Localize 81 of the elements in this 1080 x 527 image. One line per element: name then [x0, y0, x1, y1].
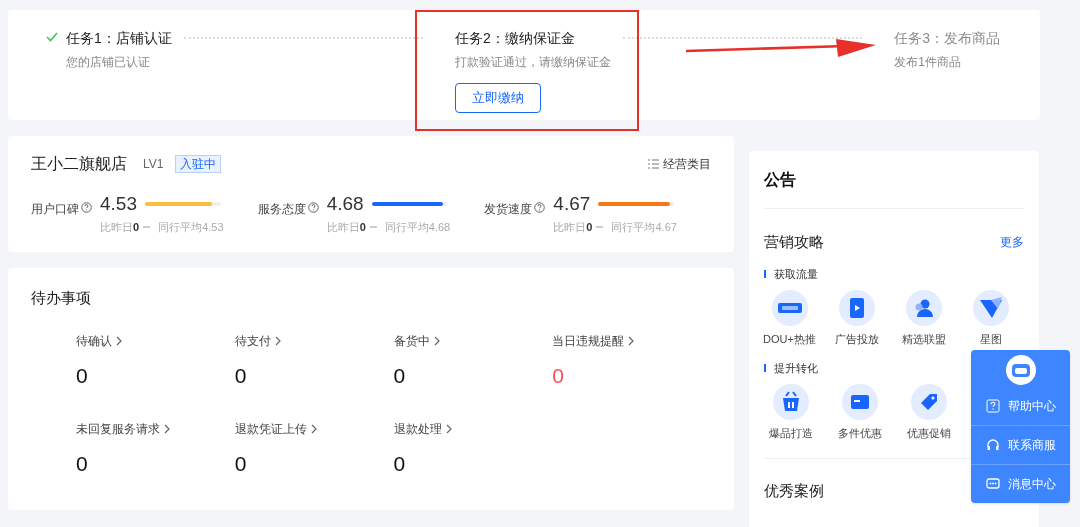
cases-title: 优秀案例	[764, 481, 824, 499]
peer-average: 同行平均4.53	[158, 219, 224, 235]
card-icon	[841, 384, 878, 420]
rating-score: 4.53	[100, 192, 137, 216]
todo-count: 0	[234, 450, 248, 477]
tool-item[interactable]: 爆品打造	[756, 384, 825, 442]
rating-label: 发货速度	[484, 201, 533, 218]
group-title: 提升转化	[774, 360, 818, 376]
tool-label: 多件优惠	[837, 426, 882, 441]
todo-count: 0	[76, 450, 89, 477]
tool-label: 星图	[979, 332, 1002, 347]
business-category-link[interactable]: 经营类目	[663, 155, 711, 173]
more-link[interactable]: 更多	[1000, 233, 1024, 252]
task-title: 任务2：缴纳保证金	[455, 29, 576, 48]
compare-value: 0	[359, 219, 366, 235]
chevron-right-icon	[116, 336, 123, 346]
todo-count: 0	[76, 363, 89, 389]
people-icon	[905, 290, 942, 326]
tool-item[interactable]: 精选联盟	[890, 290, 957, 348]
headset-icon	[985, 438, 1000, 452]
todo-link[interactable]: 当日违规提醒	[552, 332, 711, 350]
todo-count: 0	[234, 363, 248, 389]
message-icon	[985, 477, 1000, 491]
chevron-right-icon	[274, 336, 282, 346]
peer-average: 同行平均4.67	[611, 219, 677, 235]
tool-item[interactable]: 广告投放	[823, 290, 890, 348]
pay-now-button[interactable]: 立即缴纳	[455, 83, 541, 113]
tag-icon	[910, 384, 947, 420]
store-name: 王小二旗舰店	[31, 154, 127, 174]
group-title: 获取流量	[774, 266, 818, 282]
rating-score: 4.67	[553, 192, 591, 216]
todo-link[interactable]: 退款凭证上传	[234, 419, 394, 438]
question-icon	[985, 398, 1000, 413]
chevron-right-icon	[164, 423, 171, 434]
compare-label: 比昨日	[553, 219, 587, 235]
rating-label: 服务态度	[257, 201, 306, 218]
tool-item[interactable]: 优惠促销	[894, 384, 963, 442]
question-icon	[307, 202, 319, 213]
tool-label: 广告投放	[834, 332, 879, 347]
status-badge: 入驻中	[175, 155, 222, 173]
rating-score: 4.68	[326, 192, 364, 216]
rating-label: 用户口碑	[31, 201, 79, 218]
todo-link[interactable]: 未回复服务请求	[76, 419, 235, 438]
chevron-right-icon	[628, 336, 636, 346]
basket-icon	[772, 384, 809, 420]
store-level: LV1	[143, 156, 164, 173]
tool-item[interactable]: 多件优惠	[825, 384, 894, 442]
chevron-right-icon	[310, 423, 318, 434]
tool-label: DOU+热推	[763, 332, 816, 347]
tool-item[interactable]: DOU+热推	[756, 290, 823, 348]
video-icon	[838, 290, 875, 326]
tool-label: 爆品打造	[768, 426, 813, 441]
todo-title: 待办事项	[31, 289, 91, 306]
check-icon	[46, 32, 58, 42]
chevron-right-icon	[433, 336, 441, 346]
list-icon	[648, 159, 659, 169]
task-subtitle: 您的店铺已认证	[66, 54, 151, 71]
tool-label: 优惠促销	[906, 426, 951, 441]
todo-link[interactable]: 待确认	[76, 332, 235, 350]
compare-value: 0	[586, 219, 593, 235]
todo-link[interactable]: 备货中	[393, 332, 553, 350]
task-subtitle: 打款验证通过，请缴纳保证金	[455, 54, 611, 71]
todo-count: 0	[393, 450, 407, 477]
marketing-title: 营销攻略	[764, 232, 824, 252]
tool-item[interactable]: 星图	[957, 290, 1024, 348]
compare-value: 0	[133, 219, 140, 235]
tool-label: 精选联盟	[901, 332, 946, 347]
todo-count: 0	[393, 363, 407, 389]
task-subtitle: 发布1件商品	[894, 54, 962, 71]
question-icon	[81, 202, 92, 213]
chevron-right-icon	[445, 423, 453, 434]
todo-link[interactable]: 退款处理	[393, 419, 553, 438]
task-title: 任务1：店铺认证	[66, 29, 172, 48]
todo-count: 0	[552, 363, 565, 389]
compare-label: 比昨日	[100, 219, 133, 235]
compare-label: 比昨日	[326, 219, 360, 235]
question-icon	[534, 202, 546, 213]
todo-link[interactable]: 待支付	[234, 332, 394, 350]
task-title: 任务3：发布商品	[894, 29, 1000, 48]
peer-average: 同行平均4.68	[384, 219, 451, 235]
notice-title: 公告	[764, 171, 796, 188]
